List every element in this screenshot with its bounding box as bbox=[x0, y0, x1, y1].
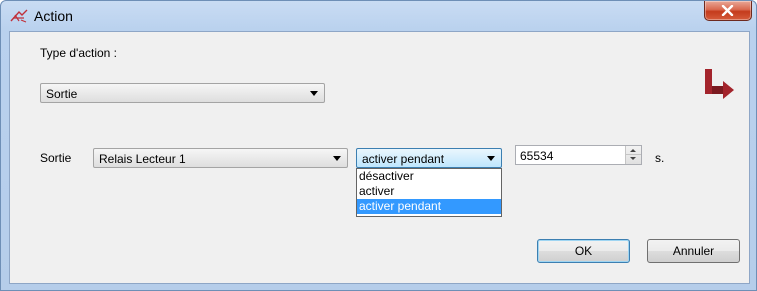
dialog-content: Type d'action : Sortie Sortie Relais Lec… bbox=[9, 31, 750, 284]
arrow-down-icon[interactable] bbox=[630, 157, 636, 160]
cancel-button[interactable]: Annuler bbox=[647, 239, 740, 263]
output-select[interactable]: Relais Lecteur 1 bbox=[93, 148, 348, 168]
title-bar[interactable]: Action bbox=[1, 1, 756, 31]
spin-buttons[interactable] bbox=[625, 146, 641, 164]
mode-option-activer[interactable]: activer bbox=[357, 184, 501, 199]
output-value: Relais Lecteur 1 bbox=[99, 152, 186, 166]
action-dialog: Action Type d'action : Sortie Sortie Rel… bbox=[0, 0, 757, 291]
chevron-down-icon bbox=[310, 91, 318, 96]
duration-value: 65534 bbox=[520, 149, 554, 163]
action-type-select[interactable]: Sortie bbox=[40, 83, 325, 103]
duration-unit-label: s. bbox=[655, 151, 665, 165]
mode-option-activer-pendant[interactable]: activer pendant bbox=[357, 199, 501, 214]
mode-dropdown-list: désactiver activer activer pendant bbox=[356, 168, 502, 217]
window-title: Action bbox=[34, 8, 73, 24]
mode-select[interactable]: activer pendant bbox=[356, 148, 502, 168]
action-wand-icon bbox=[10, 9, 28, 23]
ok-button[interactable]: OK bbox=[537, 239, 630, 263]
mode-option-desactiver[interactable]: désactiver bbox=[357, 169, 501, 184]
spin-divider bbox=[626, 154, 641, 155]
brand-logo-icon bbox=[705, 69, 734, 99]
output-label: Sortie bbox=[40, 151, 72, 165]
action-type-value: Sortie bbox=[46, 87, 78, 101]
chevron-down-icon bbox=[487, 156, 495, 161]
arrow-up-icon[interactable] bbox=[630, 149, 636, 152]
action-type-label: Type d'action : bbox=[40, 46, 118, 60]
mode-value: activer pendant bbox=[362, 152, 445, 166]
close-icon bbox=[721, 5, 734, 16]
close-button[interactable] bbox=[704, 1, 752, 21]
chevron-down-icon bbox=[333, 156, 341, 161]
duration-stepper[interactable]: 65534 bbox=[515, 145, 642, 165]
